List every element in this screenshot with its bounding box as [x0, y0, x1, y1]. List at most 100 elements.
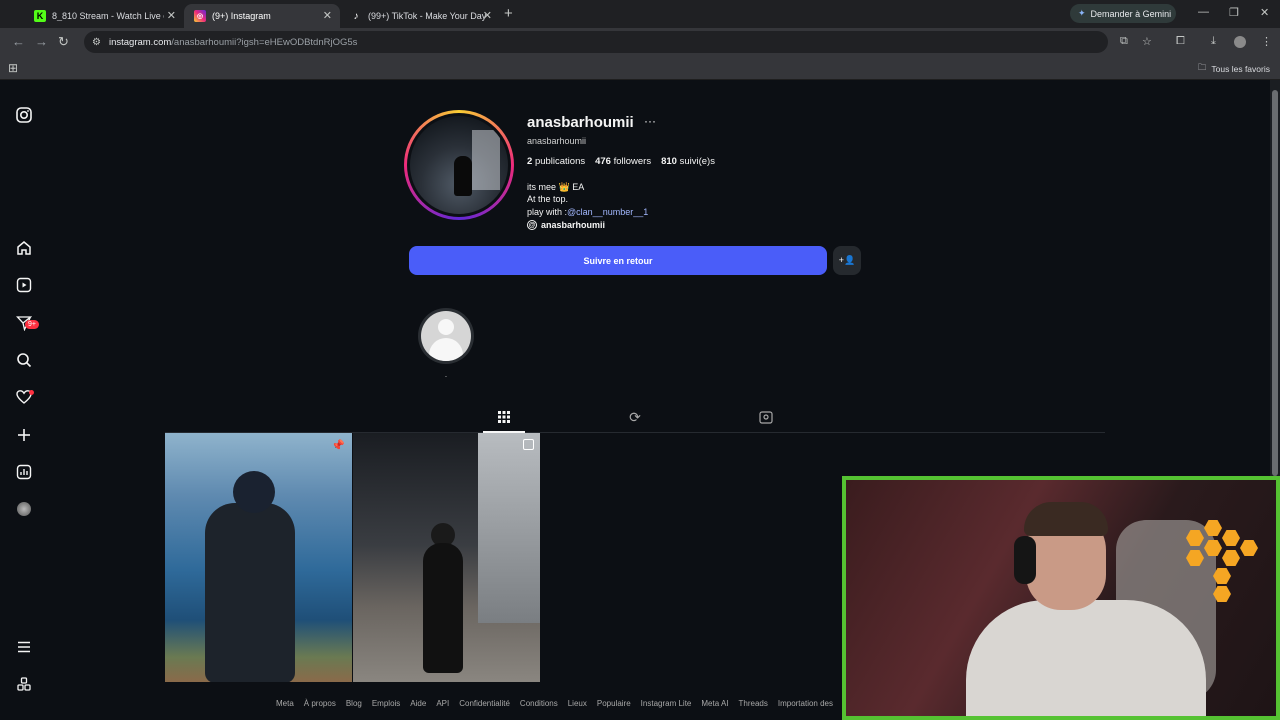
gemini-label: Demander à Gemini — [1090, 8, 1172, 19]
story-highlight[interactable] — [418, 308, 474, 364]
footer-link[interactable]: À propos — [304, 699, 336, 708]
tab-instagram[interactable]: ◎ (9+) Instagram ✕ — [184, 4, 340, 28]
footer-link[interactable]: Meta AI — [701, 699, 728, 708]
tab-title: (99+) TikTok - Make Your Day — [368, 11, 487, 21]
downloads-icon[interactable]: ⤓ — [1211, 35, 1216, 48]
bookmark-star-icon[interactable]: ☆ — [1142, 35, 1152, 48]
grid-icon — [498, 411, 510, 423]
footer-link[interactable]: Emplois — [372, 699, 400, 708]
reels-icon[interactable] — [14, 275, 34, 295]
footer-link[interactable]: Blog — [346, 699, 362, 708]
more-options-icon[interactable]: ··· — [644, 114, 656, 128]
follow-back-button[interactable]: Suivre en retour — [409, 246, 827, 275]
footer-link[interactable]: Importation des — [778, 699, 833, 708]
profile-picture[interactable] — [404, 110, 514, 220]
close-icon[interactable]: ✕ — [483, 9, 492, 22]
instagram-favicon-icon: ◎ — [194, 10, 206, 22]
gemini-icon: ✦ — [1078, 8, 1086, 18]
tab-posts-grid[interactable] — [494, 407, 514, 427]
create-plus-icon[interactable] — [14, 425, 34, 445]
gemini-button[interactable]: ✦ Demander à Gemini — [1070, 4, 1176, 23]
url-host: instagram.com — [108, 36, 172, 48]
post-thumbnail[interactable]: 📌 — [165, 433, 352, 682]
profile-bio: its mee 👑 EA At the top. play with :@cla… — [527, 181, 648, 218]
instagram-logo-icon[interactable] — [14, 105, 34, 125]
new-tab-button[interactable]: + — [504, 5, 513, 22]
tab-title: (9+) Instagram — [212, 11, 271, 21]
sidebar: 9+ — [0, 80, 48, 720]
apps-grid-icon[interactable]: ⊞ — [8, 61, 18, 75]
all-bookmarks-label: Tous les favoris — [1211, 64, 1270, 74]
messages-badge: 9+ — [25, 320, 39, 329]
kick-icon: K — [34, 10, 46, 22]
notification-dot — [29, 390, 34, 395]
hamburger-menu-icon[interactable] — [14, 637, 34, 657]
profile-full-name: anasbarhoumii — [527, 136, 587, 146]
tab-tiktok[interactable]: ♪ (99+) TikTok - Make Your Day ✕ — [340, 4, 500, 28]
add-user-icon: +👤 — [838, 255, 856, 265]
bio-mention-link[interactable]: @clan__number__1 — [567, 207, 648, 217]
tab-reposts[interactable]: ⟳ — [625, 407, 645, 427]
profile-username: anasbarhoumii — [527, 114, 634, 131]
tagged-icon — [759, 411, 773, 424]
footer-link[interactable]: Populaire — [597, 699, 631, 708]
reload-icon[interactable]: ↻ — [58, 34, 69, 50]
footer-link[interactable]: Aide — [410, 699, 426, 708]
footer-link[interactable]: Meta — [276, 699, 294, 708]
profile-stats: 2 publications 476 followers 810 suivi(e… — [527, 156, 715, 167]
all-bookmarks-button[interactable]: 🗀 Tous les favoris — [1198, 62, 1270, 76]
tab-tagged[interactable] — [756, 407, 776, 427]
footer-link[interactable]: Threads — [739, 699, 768, 708]
bio-line: At the top. — [527, 194, 569, 205]
install-app-icon[interactable]: ⧉ — [1120, 35, 1128, 48]
extensions-icon[interactable]: ⧠ — [1176, 35, 1185, 48]
tab-title: 8_810 Stream - Watch Live on K — [52, 11, 164, 21]
minimize-icon[interactable]: — — [1198, 6, 1209, 18]
bio-line: its mee 👑 EA — [527, 182, 585, 192]
close-window-icon[interactable]: ✕ — [1260, 6, 1269, 19]
profile-photo — [410, 116, 508, 214]
threads-link[interactable]: @ anasbarhoumii — [527, 220, 605, 230]
headset-icon — [1014, 536, 1036, 584]
footer-link[interactable]: API — [436, 699, 449, 708]
browser-tab-bar: K 8_810 Stream - Watch Live on K ✕ ◎ (9+… — [0, 0, 1280, 28]
footer-link[interactable]: Confidentialité — [459, 699, 510, 708]
meta-apps-icon[interactable] — [14, 674, 34, 694]
followers-stat[interactable]: 476 followers — [595, 156, 651, 167]
back-icon[interactable]: ← — [12, 34, 25, 49]
footer-link[interactable]: Instagram Lite — [641, 699, 692, 708]
url-path: /anasbarhoumii?igsh=eHEwODBtdnRjOG5s — [171, 36, 358, 48]
carousel-icon — [523, 439, 534, 450]
close-icon[interactable]: ✕ — [167, 9, 176, 22]
following-stat[interactable]: 810 suivi(e)s — [661, 156, 715, 167]
streamer — [966, 600, 1206, 716]
bookmarks-bar: ⊞ 🗀 Tous les favoris — [0, 56, 1280, 80]
highlight-label: . — [444, 370, 448, 379]
restore-icon[interactable]: ❐ — [1229, 6, 1239, 19]
footer-links: Meta À propos Blog Emplois Aide API Conf… — [276, 699, 833, 708]
profile-avatar-icon[interactable] — [14, 499, 34, 519]
close-icon[interactable]: ✕ — [323, 9, 332, 22]
posts-stat: 2 publications — [527, 156, 586, 167]
post-thumbnail[interactable] — [353, 433, 540, 682]
repost-icon: ⟳ — [629, 408, 641, 425]
search-icon[interactable] — [14, 350, 34, 370]
tab-kick-stream[interactable]: K 8_810 Stream - Watch Live on K ✕ — [24, 4, 184, 28]
tiktok-icon: ♪ — [353, 10, 359, 22]
footer-link[interactable]: Conditions — [520, 699, 558, 708]
threads-handle: anasbarhoumii — [541, 220, 606, 230]
footer-link[interactable]: Lieux — [568, 699, 587, 708]
webcam-overlay — [842, 476, 1280, 720]
folder-icon: 🗀 — [1197, 62, 1207, 72]
home-icon[interactable] — [14, 238, 34, 258]
profile-avatar[interactable] — [1234, 36, 1246, 48]
address-bar[interactable]: ⚙ instagram.com /anasbarhoumii?igsh=eHEw… — [84, 31, 1108, 53]
bio-line: play with :@clan__number__1 — [527, 206, 649, 217]
pinned-icon: 📌 — [331, 440, 345, 452]
suggested-users-button[interactable]: +👤 — [833, 246, 861, 275]
site-settings-icon[interactable]: ⚙ — [92, 37, 101, 48]
scrollbar-thumb[interactable] — [1272, 90, 1278, 476]
menu-kebab-icon[interactable]: ⋮ — [1261, 35, 1272, 48]
forward-icon[interactable]: → — [35, 34, 48, 49]
dashboard-icon[interactable] — [14, 462, 34, 482]
